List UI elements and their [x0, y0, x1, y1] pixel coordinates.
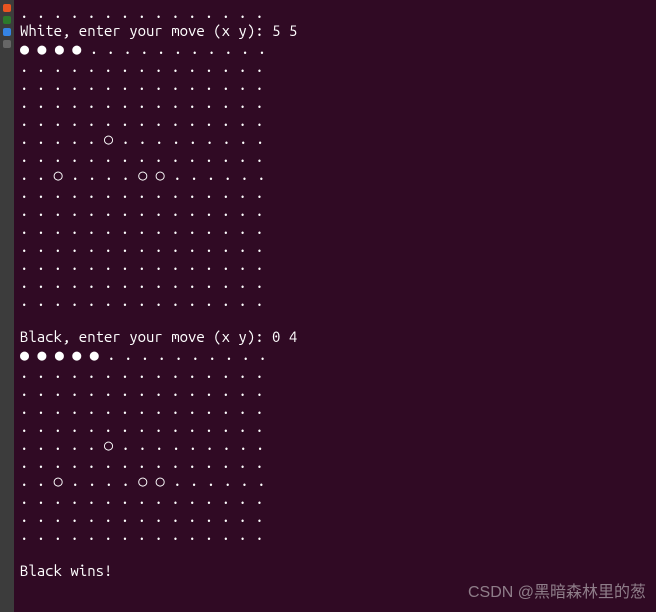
launcher-app-icon[interactable] [3, 16, 11, 24]
prompt-black: Black, enter your move (x y): [20, 328, 272, 345]
input-black-move: 0 4 [272, 328, 297, 345]
board-top-edge: . . . . . . . . . . . . . . . [20, 4, 264, 21]
launcher-app-icon[interactable] [3, 4, 11, 12]
terminal-window[interactable]: . . . . . . . . . . . . . . . White, ent… [14, 0, 656, 612]
result-text: Black wins! [20, 562, 112, 579]
launcher-app-icon[interactable] [3, 40, 11, 48]
game-board-2: ● ● ● ● ● . . . . . . . . . . . . . . . … [20, 346, 267, 543]
input-white-move: 5 5 [272, 22, 297, 39]
launcher-app-icon[interactable] [3, 28, 11, 36]
prompt-white: White, enter your move (x y): [20, 22, 272, 39]
game-board-1: ● ● ● ● . . . . . . . . . . . . . . . . … [20, 40, 266, 309]
ubuntu-launcher [0, 0, 14, 612]
